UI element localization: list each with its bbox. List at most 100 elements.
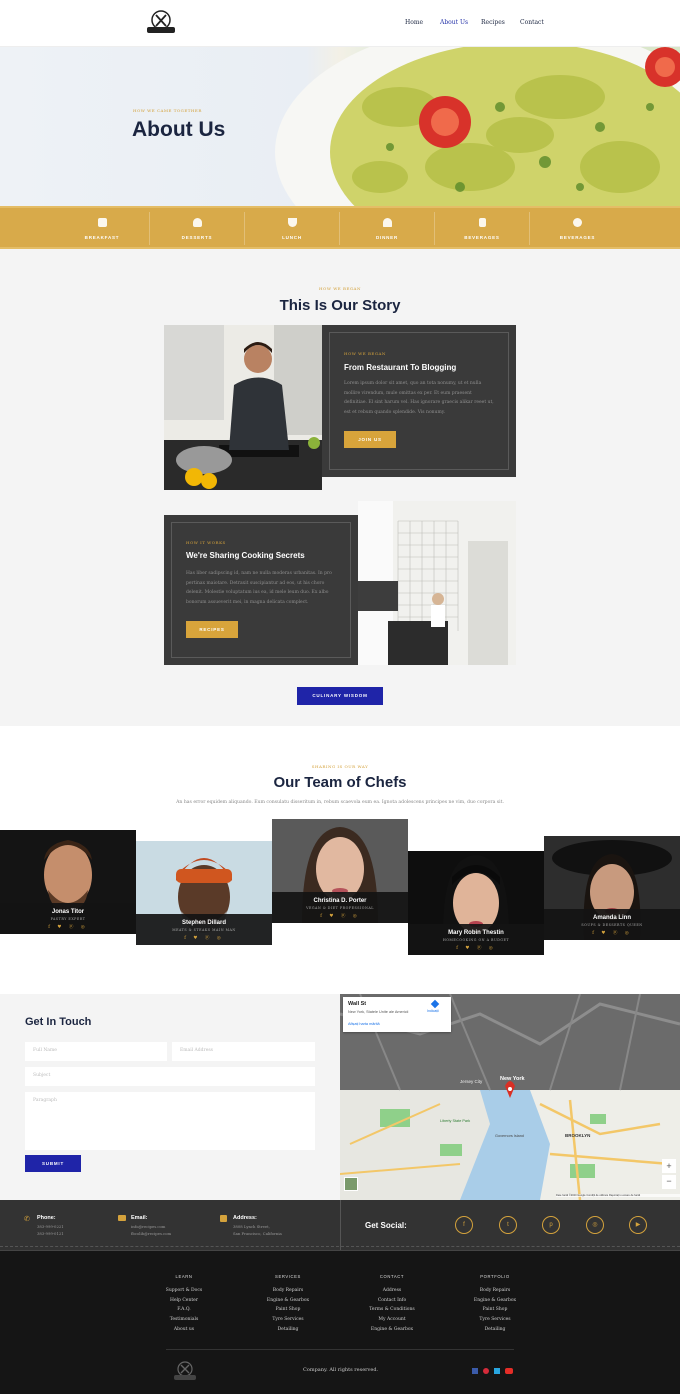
footer-link[interactable]: Contact Info — [352, 1296, 432, 1306]
footer-link[interactable]: About us — [144, 1325, 224, 1335]
nav-home[interactable]: Home — [405, 19, 423, 26]
address-line: 3808 Lynch Street, — [233, 1224, 270, 1229]
copyright: Company. All rights reserved. — [303, 1367, 379, 1373]
map-label: New York — [500, 1076, 525, 1082]
address-icon — [220, 1215, 227, 1222]
location-map[interactable]: Wall St New York, Statele Unite ale Amer… — [340, 994, 680, 1200]
youtube-icon[interactable]: ▶ — [629, 1216, 647, 1234]
chef-name: Mary Robin Thestin — [448, 930, 504, 936]
chef-role: SOUPS & DESSERTS QUEEN — [581, 923, 643, 927]
footer-link[interactable]: Paint Shop — [248, 1305, 328, 1315]
footer-link[interactable]: Support & Docs — [144, 1286, 224, 1296]
footer-column-portfolio: Body Repairs Engine & Gearbox Paint Shop… — [455, 1286, 535, 1335]
footer-link[interactable]: Address — [352, 1286, 432, 1296]
page-title: About Us — [132, 118, 226, 141]
subject-field[interactable]: Subject — [25, 1067, 315, 1086]
footer-link[interactable]: Detailing — [248, 1325, 328, 1335]
hero-banner — [0, 47, 680, 206]
footer-link[interactable]: My Account — [352, 1315, 432, 1325]
place-address: New York, Statele Unite ale Americii — [348, 1010, 409, 1014]
leaf-icon — [573, 218, 582, 227]
site-logo[interactable] — [142, 9, 180, 35]
footer-column-contact: Address Contact Info Terms & Conditions … — [352, 1286, 432, 1335]
category-lunch[interactable]: LUNCH — [245, 212, 340, 245]
zoom-out-button[interactable]: − — [662, 1175, 676, 1189]
phone-label: Phone: — [37, 1215, 56, 1221]
chef-social-icons[interactable]: f ♥ ⓟ ◎ — [0, 924, 136, 930]
nav-about-us[interactable]: About Us — [440, 19, 468, 26]
join-us-button[interactable]: JOIN US — [344, 431, 396, 448]
footer-link[interactable]: Tyre Services — [455, 1315, 535, 1325]
submit-button[interactable]: SUBMIT — [25, 1155, 81, 1172]
chef-card[interactable]: Jonas Titor PASTRY EXPERT f ♥ ⓟ ◎ — [0, 830, 136, 934]
message-field[interactable]: Paragraph — [25, 1092, 315, 1150]
footer-link[interactable]: Paint Shop — [455, 1305, 535, 1315]
chef-role: VEGAN & DIET PROFESSIONAL — [306, 906, 374, 910]
category-breakfast[interactable]: BREAKFAST — [55, 212, 150, 245]
footer-heading: CONTACT — [379, 1274, 405, 1279]
team-kicker: SHARING IS OUR WAY — [311, 764, 369, 769]
chef-card[interactable]: Christina D. Porter VEGAN & DIET PROFESSI… — [272, 819, 408, 923]
chef-social-icons[interactable]: f ♥ ⓟ ◎ — [544, 930, 680, 936]
larger-map-link[interactable]: Afișați harta mărită — [348, 1022, 380, 1026]
category-beverages-2[interactable]: BEVERAGES — [530, 212, 625, 245]
breakfast-icon — [98, 218, 107, 227]
chef-card[interactable]: Mary Robin Thestin HOMECOOKING ON A BUDGE… — [408, 851, 544, 955]
map-attribution: Date hartă ©2020 Google Condiții de util… — [556, 1194, 680, 1197]
contact-title: Get In Touch — [25, 1016, 92, 1028]
satellite-toggle[interactable] — [344, 1177, 358, 1191]
card-kicker: HOW IT WORKS — [186, 540, 226, 545]
footer-heading: PORTFOLIO — [480, 1274, 510, 1279]
footer-link[interactable]: Body Repairs — [248, 1286, 328, 1296]
footer-link[interactable]: Body Repairs — [455, 1286, 535, 1296]
pasta-dish-image — [275, 47, 680, 206]
pinterest-icon[interactable]: p — [542, 1216, 560, 1234]
footer-link[interactable]: Engine & Gearbox — [352, 1325, 432, 1335]
chef-card[interactable]: Amanda Linn SOUPS & DESSERTS QUEEN f ♥ ⓟ ◎ — [544, 836, 680, 940]
facebook-icon[interactable] — [472, 1368, 478, 1374]
zoom-in-button[interactable]: + — [662, 1159, 676, 1173]
recipes-button[interactable]: RECIPES — [186, 621, 238, 638]
footer-link[interactable]: Engine & Gearbox — [248, 1296, 328, 1306]
footer-link[interactable]: Terms & Conditions — [352, 1305, 432, 1315]
info-bar — [0, 1200, 680, 1250]
footer-link[interactable]: Engine & Gearbox — [455, 1296, 535, 1306]
footer-link[interactable]: Help Center — [144, 1296, 224, 1306]
pinterest-icon[interactable] — [483, 1368, 489, 1374]
culinary-wisdom-button[interactable]: CULINARY WISDOM — [297, 687, 383, 705]
instagram-icon[interactable]: ◎ — [586, 1216, 604, 1234]
nav-recipes[interactable]: Recipes — [481, 19, 505, 26]
category-beverages[interactable]: BEVERAGES — [435, 212, 530, 245]
twitter-icon[interactable] — [494, 1368, 500, 1374]
map-label: Jersey City — [460, 1079, 483, 1084]
footer-column-services: Body Repairs Engine & Gearbox Paint Shop… — [248, 1286, 328, 1335]
youtube-icon[interactable] — [505, 1368, 513, 1374]
address-line: San Francisco, California — [233, 1231, 282, 1236]
get-social-label: Get Social: — [365, 1221, 407, 1230]
twitter-icon[interactable]: t — [499, 1216, 517, 1234]
phone-line: 383-999-0121 — [37, 1231, 64, 1236]
footer-link[interactable]: F.A.Q. — [144, 1305, 224, 1315]
chef-social-icons[interactable]: f ♥ ⓟ ◎ — [408, 945, 544, 951]
footer-link[interactable]: Tyre Services — [248, 1315, 328, 1325]
footer-column-learn: Support & Docs Help Center F.A.Q. Testim… — [144, 1286, 224, 1335]
chef-social-icons[interactable]: f ♥ ⓟ ◎ — [272, 913, 408, 919]
card-kicker: HOW WE BEGAN — [344, 351, 386, 356]
chef-social-icons[interactable]: f ♥ ⓟ ◎ — [136, 935, 272, 941]
email-line: fbcolib@recipes.com — [131, 1231, 172, 1236]
category-dinner[interactable]: DINNER — [340, 212, 435, 245]
email-field[interactable]: Email Address — [172, 1042, 315, 1061]
category-desserts[interactable]: DESSERTS — [150, 212, 245, 245]
footer-link[interactable]: Testimonials — [144, 1315, 224, 1325]
full-name-field[interactable]: Full Name — [25, 1042, 167, 1061]
story-title: This Is Our Story — [279, 297, 401, 314]
footer-logo[interactable] — [170, 1360, 200, 1382]
facebook-icon[interactable]: f — [455, 1216, 473, 1234]
directions-icon — [430, 999, 440, 1009]
footer-link[interactable]: Detailing — [455, 1325, 535, 1335]
map-label: Liberty State Park — [440, 1119, 471, 1123]
chef-role: PASTRY EXPERT — [50, 917, 86, 921]
nav-contact[interactable]: Contact — [520, 19, 544, 26]
directions-link[interactable]: Indicații — [427, 1009, 439, 1013]
chef-card[interactable]: Stephen Dillard MEATS & STEAKS MAIN MAN f … — [136, 841, 272, 945]
